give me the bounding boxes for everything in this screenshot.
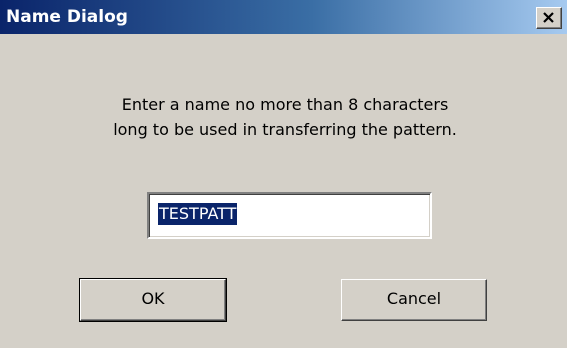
title-bar[interactable]: Name Dialog: [0, 0, 567, 34]
instruction-text: Enter a name no more than 8 characters l…: [40, 92, 530, 142]
cancel-button[interactable]: Cancel: [341, 279, 487, 321]
ok-button[interactable]: OK: [79, 278, 227, 322]
close-button[interactable]: [536, 7, 562, 29]
instruction-line-2: long to be used in transferring the patt…: [113, 120, 457, 139]
name-input-value: TESTPATT: [158, 203, 238, 225]
instruction-line-1: Enter a name no more than 8 characters: [121, 95, 449, 114]
name-input[interactable]: TESTPATT: [147, 192, 432, 239]
window-title: Name Dialog: [6, 7, 128, 27]
name-dialog-window: Name Dialog Enter a name no more than 8 …: [0, 0, 567, 348]
close-x-icon: [543, 12, 554, 23]
